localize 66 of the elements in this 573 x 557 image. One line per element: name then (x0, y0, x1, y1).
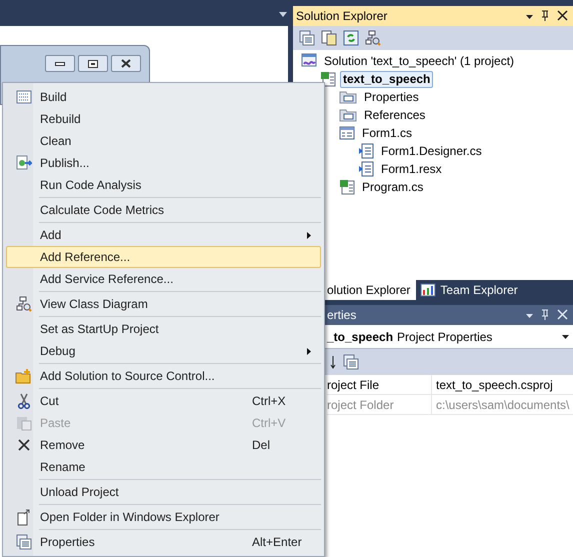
dropdown-arrow-icon[interactable] (279, 12, 287, 17)
menu-item[interactable]: Properties Alt+Enter (6, 531, 321, 553)
menu-item[interactable]: Run Code Analysis (6, 174, 321, 196)
dropdown-arrow-icon (562, 334, 569, 338)
folder-plus-icon (14, 368, 32, 384)
tree-item[interactable]: Form1.Designer.cs (378, 142, 485, 160)
shortcut: Alt+Enter (252, 534, 302, 551)
menu-item[interactable]: Unload Project (6, 481, 321, 503)
menu-item[interactable]: Clean (6, 130, 321, 152)
minimize-icon (55, 62, 65, 66)
tree-item[interactable]: text_to_speech (340, 70, 434, 88)
code-file-icon (358, 161, 374, 177)
minimize-button[interactable] (45, 55, 75, 72)
properties-icon (343, 354, 359, 370)
delete-icon (16, 438, 30, 452)
menu-item[interactable]: Build (6, 86, 321, 108)
chart-icon (420, 283, 436, 297)
folder-icon (339, 90, 357, 104)
solution-icon (301, 53, 317, 69)
menu-item[interactable]: Open Folder in Windows Explorer (6, 506, 321, 528)
menu-item[interactable]: Publish... (6, 152, 321, 174)
csharp-file-icon (320, 71, 336, 87)
panel-tab[interactable]: Team Explorer (416, 280, 524, 300)
tree-item[interactable]: Solution 'text_to_speech' (1 project) (321, 52, 518, 70)
folder-icon (339, 108, 357, 122)
class-diagram-icon (16, 296, 32, 312)
class-diagram-icon (365, 30, 381, 46)
menu-item[interactable]: Rebuild (6, 108, 321, 130)
menu-item[interactable]: Remove Del (6, 434, 321, 456)
maximize-button[interactable] (78, 55, 108, 72)
property-name: roject File (327, 377, 380, 394)
menu-item[interactable]: Rename (6, 456, 321, 478)
menu-item[interactable]: Add Solution to Source Control... (6, 365, 321, 387)
property-name: roject Folder (327, 397, 395, 414)
publish-icon (16, 155, 32, 171)
scissors-icon (16, 393, 30, 409)
refresh-icon[interactable] (343, 30, 359, 46)
code-file-icon (358, 143, 374, 159)
object-name: _to_speech (327, 328, 394, 346)
tree-item[interactable]: References (361, 106, 428, 124)
maximize-icon (88, 60, 98, 68)
tree-item[interactable]: Form1.cs (359, 124, 416, 142)
menu-item[interactable]: Calculate Code Metrics (6, 199, 321, 221)
shortcut: Ctrl+X (252, 393, 286, 410)
form-icon (339, 126, 355, 140)
property-value: c:\users\sam\documents\ (431, 395, 570, 414)
property-value: text_to_speech.csproj (431, 375, 553, 394)
panel-title: erties (327, 307, 356, 324)
object-type: Project Properties (397, 328, 492, 346)
menu-item[interactable]: Add (6, 224, 321, 246)
files-icon[interactable] (321, 30, 337, 46)
build-icon (16, 89, 32, 105)
close-icon (120, 59, 132, 68)
shortcut: Del (252, 437, 270, 454)
tree-item[interactable]: Program.cs (359, 178, 426, 196)
page-arrow-icon (16, 508, 30, 526)
csharp-file-icon (339, 179, 355, 195)
properties-icon (299, 30, 315, 46)
close-button[interactable] (111, 55, 141, 72)
tree-item[interactable]: Form1.resx (378, 160, 445, 178)
menu-item[interactable]: Add Reference... (6, 246, 321, 268)
shortcut: Ctrl+V (252, 415, 286, 432)
window-controls-icon[interactable] (524, 10, 570, 22)
tree-item[interactable]: Properties (361, 88, 422, 106)
menu-item[interactable]: Cut Ctrl+X (6, 390, 321, 412)
panel-title: Solution Explorer (296, 8, 388, 25)
